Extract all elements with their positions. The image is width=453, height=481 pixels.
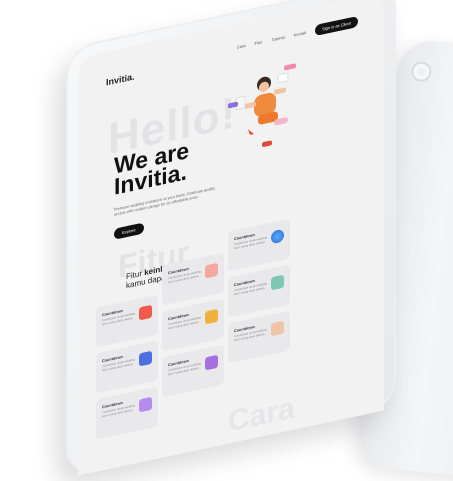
calendar-icon [139,304,152,321]
feature-card[interactable]: Countdown Countdown untuk wedding hari H… [96,386,158,440]
nav-item-tutorial[interactable]: Tutorial [271,35,284,43]
feature-card[interactable]: Countdown Countdown untuk wedding hari H… [228,310,290,364]
tablet-device: Invitia. Cara Fitur Tutorial Kontak Sign… [66,0,396,479]
sign-in-button[interactable]: Sign in as Client [315,15,358,37]
card-icon [139,350,152,367]
document-icon [139,396,152,413]
party-icon [205,308,218,325]
globe-icon [271,228,284,245]
tablet-screen: Invitia. Cara Fitur Tutorial Kontak Sign… [78,0,384,476]
section-ghost-text: Cara [228,391,295,439]
top-nav: Cara Fitur Tutorial Kontak Sign in as Cl… [237,15,358,53]
nav-item-cara[interactable]: Cara [237,43,246,50]
explore-button[interactable]: Explore [114,222,144,240]
brand-logo[interactable]: Invitia. [106,71,135,87]
nav-item-kontak[interactable]: Kontak [294,30,306,38]
hero-illustration [228,55,298,160]
feature-card[interactable]: Countdown Countdown untuk wedding hari H… [96,340,158,394]
arrows-icon [205,354,218,371]
feature-card[interactable]: Countdown Countdown untuk wedding hari H… [96,294,158,348]
folder-icon [271,320,284,337]
feature-card[interactable]: Countdown Countdown untuk wedding hari H… [228,218,290,272]
nav-item-fitur[interactable]: Fitur [254,39,262,46]
gift-icon [205,262,218,279]
feature-card[interactable]: Countdown Countdown untuk wedding hari H… [162,344,224,398]
feature-card[interactable]: Countdown Countdown untuk wedding hari H… [162,298,224,352]
camera-icon [410,60,433,83]
wallet-icon [271,274,284,291]
feature-card[interactable]: Countdown Countdown untuk wedding hari H… [228,264,290,318]
